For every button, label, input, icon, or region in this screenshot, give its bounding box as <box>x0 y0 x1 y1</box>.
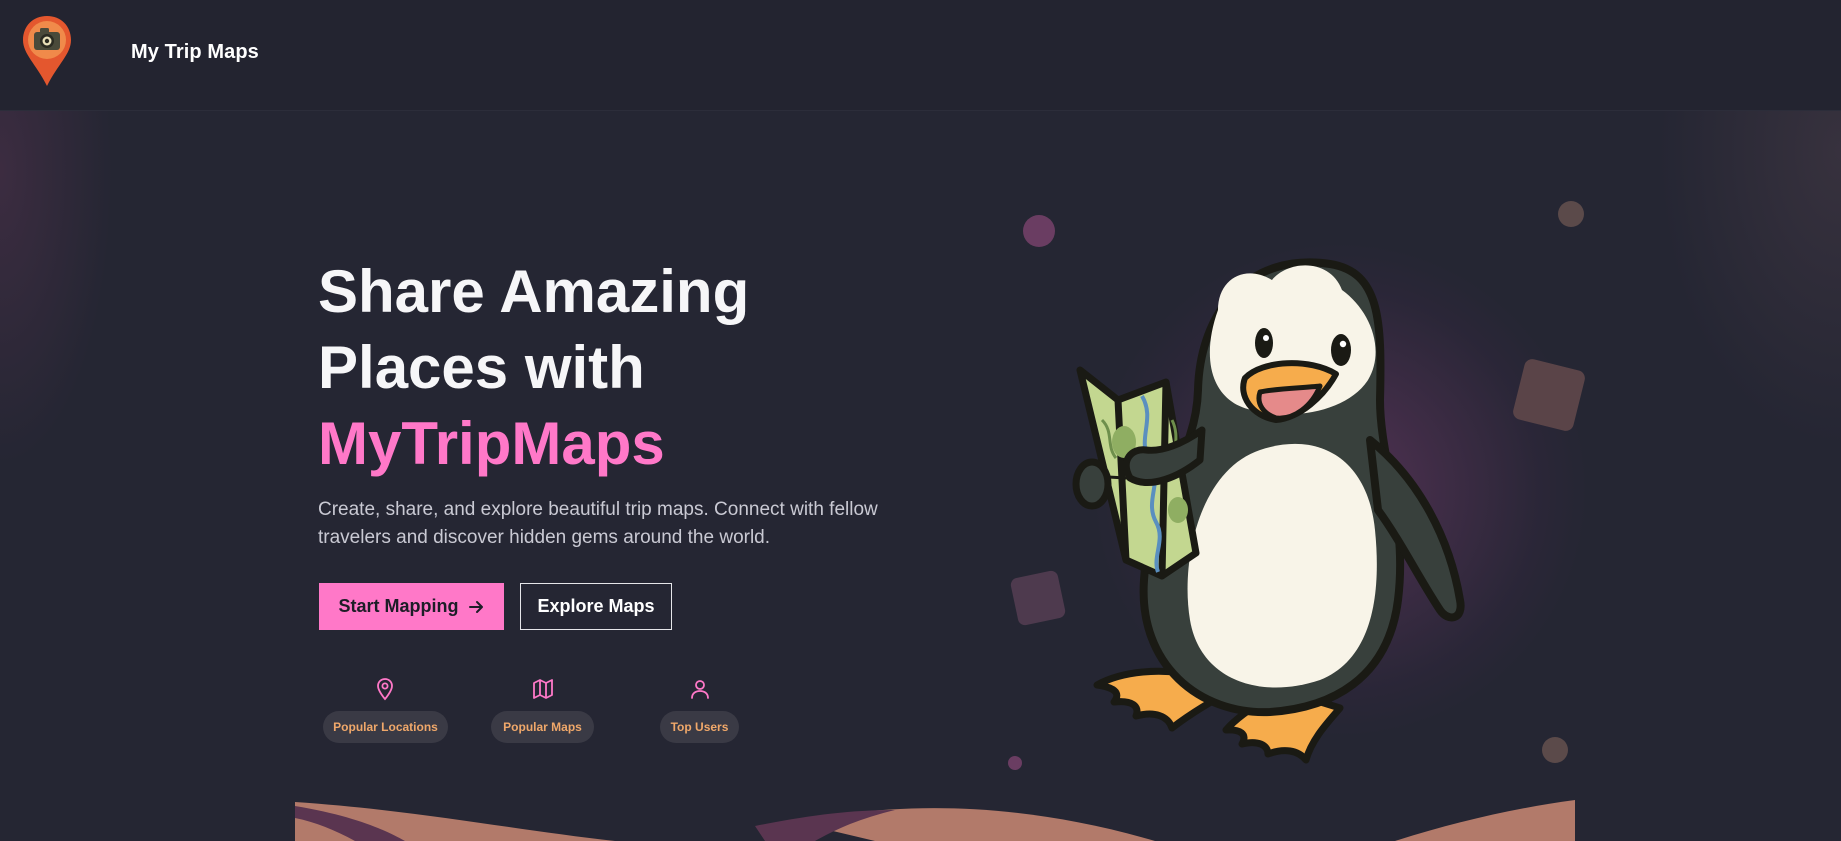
hero-title-highlight: MyTripMaps <box>318 410 665 477</box>
decor-square <box>1010 570 1066 626</box>
feature-label: Top Users <box>660 711 739 743</box>
hero-subtitle: Create, share, and explore beautiful tri… <box>318 499 878 548</box>
feature-label: Popular Maps <box>491 711 594 743</box>
decor-dot <box>1558 201 1584 227</box>
decor-dot <box>1542 737 1568 763</box>
penguin-holding-map-illustration <box>1008 201 1585 770</box>
map-pin-icon <box>377 678 393 701</box>
user-icon <box>691 680 709 699</box>
bottom-wave-decoration <box>295 800 1575 841</box>
hero-title-line-2: Places with <box>318 334 645 401</box>
top-nav: My Trip Maps <box>0 0 1841 111</box>
feature-popular-locations[interactable]: Popular Locations <box>323 677 448 743</box>
penguin-eye-right <box>1331 334 1351 366</box>
penguin-eye-left <box>1255 328 1273 358</box>
decor-square <box>1513 359 1585 431</box>
map-icon <box>533 679 553 699</box>
arrow-right-icon <box>468 600 483 613</box>
explore-maps-button[interactable]: Explore Maps <box>520 583 672 630</box>
start-mapping-label: Start Mapping <box>338 596 459 616</box>
decor-dot <box>1008 756 1022 770</box>
feature-label: Popular Locations <box>323 711 448 743</box>
camera-map-pin-icon[interactable] <box>20 14 74 88</box>
feature-top-users[interactable]: Top Users <box>660 677 739 743</box>
decor-dot <box>1023 215 1055 247</box>
hero-title-line-1: Share Amazing <box>318 258 750 325</box>
hero-title: Share Amazing Places with MyTripMaps <box>318 254 878 482</box>
brand-title[interactable]: My Trip Maps <box>131 41 259 64</box>
start-mapping-button[interactable]: Start Mapping <box>319 583 504 630</box>
feature-popular-maps[interactable]: Popular Maps <box>491 677 594 743</box>
